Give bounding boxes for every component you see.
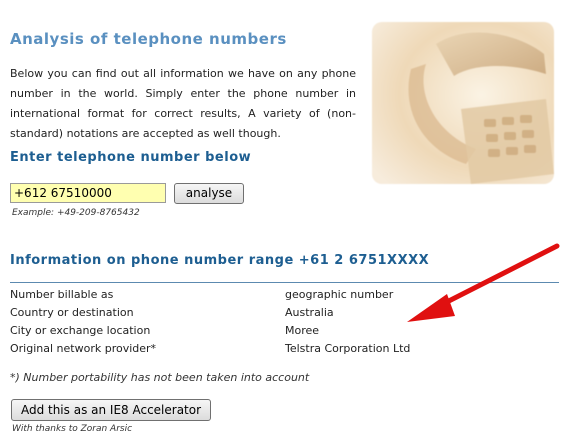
page-title: Analysis of telephone numbers [10,30,287,48]
add-accelerator-button[interactable]: Add this as an IE8 Accelerator [11,399,211,421]
table-row: Country or destination Australia [10,304,430,322]
results-heading: Information on phone number range +61 2 … [10,253,430,268]
row-label: Number billable as [10,288,114,301]
portability-footnote: *) Number portability has not been taken… [10,371,310,384]
intro-paragraph: Below you can find out all information w… [10,67,356,140]
analyse-button[interactable]: analyse [174,183,244,204]
enter-number-heading: Enter telephone number below [10,150,252,165]
example-hint: Example: +49-209-8765432 [12,208,140,218]
thanks-credit: With thanks to Zoran Arsic [12,424,133,434]
red-arrow-icon [407,243,560,322]
row-label: City or exchange location [10,324,151,337]
phone-number-input[interactable]: +612 67510000 [10,183,166,203]
table-row: Original network provider* Telstra Corpo… [10,340,430,358]
table-row: City or exchange location Moree [10,322,430,340]
telephone-photo [366,14,560,192]
row-value: Telstra Corporation Ltd [285,342,411,355]
row-label: Original network provider* [10,342,157,355]
table-row: Number billable as geographic number [10,286,430,304]
results-table: Number billable as geographic number Cou… [10,286,430,358]
row-label: Country or destination [10,306,134,319]
